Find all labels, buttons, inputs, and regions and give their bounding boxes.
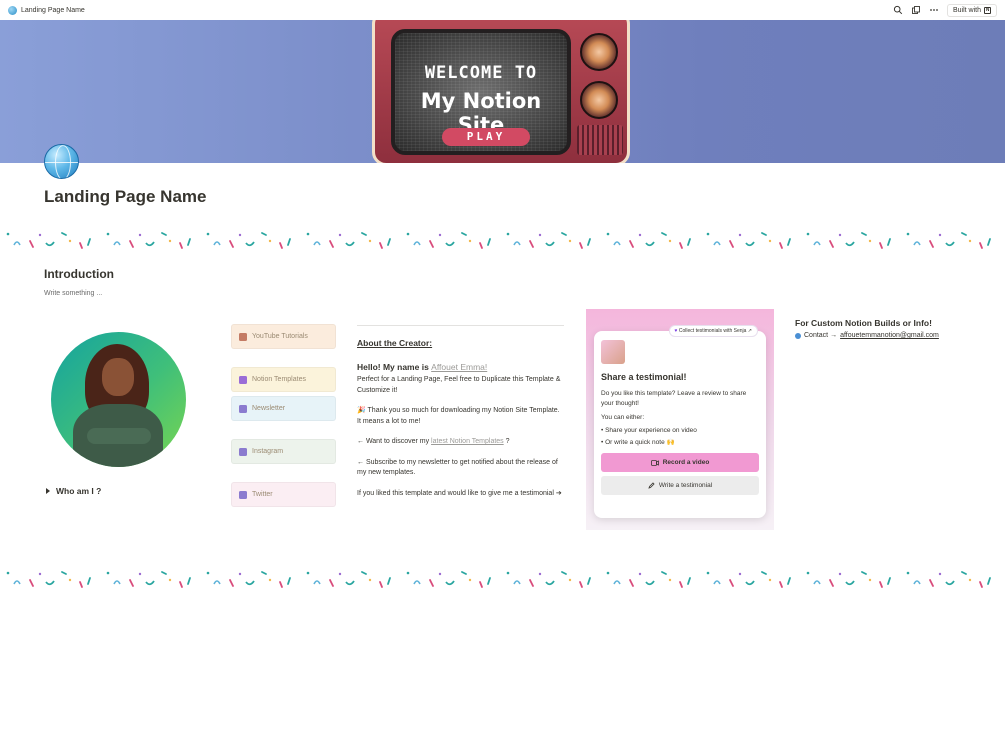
- page-title: Landing Page Name: [44, 187, 207, 206]
- custom-builds-heading: For Custom Notion Builds or Info!: [795, 318, 932, 328]
- tv-screen: WELCOME TO My Notion Site PLAY: [391, 29, 571, 155]
- about-paragraph-5: If you liked this template and would lik…: [357, 489, 562, 497]
- built-with-label: Built with: [952, 6, 981, 14]
- latest-templates-link[interactable]: latest Notion Templates: [431, 438, 504, 445]
- write-label: Write a testimonial: [658, 482, 713, 489]
- cover-line-1: WELCOME TO: [424, 63, 538, 83]
- more-icon[interactable]: [929, 5, 939, 15]
- testimonial-description: Do you like this template? Leave a revie…: [601, 390, 747, 407]
- top-bar: Landing Page Name Built with N: [0, 0, 1005, 20]
- tv-knob-icon: [580, 33, 618, 71]
- cover-play-label: PLAY: [442, 128, 530, 146]
- contact-icon: [795, 332, 801, 339]
- introduction-heading: Introduction: [44, 267, 114, 281]
- option-note: Or write a quick note 🙌: [601, 437, 759, 449]
- testimonial-title: Share a testimonial!: [601, 372, 687, 382]
- option-list: Share your experience on video Or write …: [601, 425, 759, 449]
- confetti-divider: [6, 232, 991, 249]
- p3-prefix: ← Want to discover my: [357, 438, 432, 445]
- link-label: Notion Templates: [252, 376, 306, 383]
- link-label: Instagram: [252, 448, 284, 455]
- divider: [357, 325, 564, 326]
- user-icon: [239, 490, 247, 499]
- write-testimonial-button[interactable]: Write a testimonial: [601, 476, 759, 495]
- link-label: Twitter: [252, 491, 273, 498]
- notion-logo-icon: N: [984, 6, 991, 14]
- video-camera-icon: [650, 459, 659, 466]
- record-label: Record a video: [662, 459, 710, 466]
- about-paragraph-3: ← Want to discover my latest Notion Temp…: [357, 437, 564, 448]
- twitter-button[interactable]: Twitter: [231, 482, 336, 507]
- breadcrumb-label: Landing Page Name: [21, 6, 85, 14]
- about-paragraph-2: 🎉 Thank you so much for downloading my N…: [357, 407, 560, 425]
- link-label: Newsletter: [252, 405, 286, 412]
- notion-templates-button[interactable]: Notion Templates: [231, 367, 336, 392]
- instagram-button[interactable]: Instagram: [231, 439, 336, 464]
- contact-email-link[interactable]: affouetemmanotion@gmail.com: [840, 332, 939, 339]
- tv-knob-icon: [580, 81, 618, 119]
- hello-prefix: Hello! My name is: [357, 361, 432, 372]
- creator-name-link[interactable]: Affouet Emma!: [431, 362, 487, 372]
- intro-text[interactable]: Write something ...: [44, 290, 102, 297]
- newsletter-icon: [239, 404, 247, 413]
- senja-tag-label: Collect testimonials with Senja ↗: [678, 328, 752, 334]
- testimonial-either: You can either:: [601, 414, 645, 421]
- record-video-button[interactable]: Record a video: [601, 453, 759, 472]
- pencil-icon: [648, 482, 655, 489]
- toggle-label: Who am I ?: [56, 486, 102, 496]
- testimonial-widget: ♥ Collect testimonials with Senja ↗ Shar…: [586, 309, 774, 530]
- breadcrumb[interactable]: Landing Page Name: [8, 5, 85, 15]
- toggle-arrow-icon[interactable]: [46, 488, 50, 494]
- option-video: Share your experience on video: [601, 425, 759, 437]
- p3-suffix: ?: [503, 438, 510, 445]
- youtube-icon: [239, 332, 247, 341]
- cover-image: WELCOME TO My Notion Site PLAY: [0, 20, 1005, 163]
- image-icon: [239, 447, 247, 456]
- about-heading: About the Creator:: [357, 338, 433, 348]
- who-am-i-toggle[interactable]: Who am I ?: [46, 486, 101, 496]
- page-globe-icon[interactable]: [44, 144, 79, 179]
- built-with-button[interactable]: Built with N: [946, 3, 997, 17]
- folder-icon: [239, 375, 247, 384]
- senja-tag-link[interactable]: ♥ Collect testimonials with Senja ↗: [668, 325, 758, 337]
- heart-icon: ♥: [674, 328, 678, 334]
- about-creator-section: About the Creator: Hello! My name is Aff…: [357, 325, 564, 509]
- hello-line: Hello! My name is Affouet Emma!: [357, 362, 564, 373]
- testimonial-card: ♥ Collect testimonials with Senja ↗ Shar…: [594, 325, 766, 518]
- author-avatar: [601, 340, 625, 364]
- creator-avatar: [51, 332, 186, 467]
- link-label: YouTube Tutorials: [252, 333, 308, 340]
- tv-illustration: WELCOME TO My Notion Site PLAY: [372, 20, 630, 163]
- about-paragraph-4: ← Subscribe to my newsletter to get noti…: [357, 458, 558, 477]
- contact-line: Contact → affouetemmanotion@gmail.com: [795, 332, 939, 339]
- search-icon[interactable]: [893, 5, 903, 15]
- newsletter-button[interactable]: Newsletter: [231, 396, 336, 421]
- about-paragraph-1: Perfect for a Landing Page, Feel free to…: [357, 376, 561, 394]
- duplicate-icon[interactable]: [911, 5, 921, 15]
- globe-icon: [8, 5, 17, 15]
- confetti-divider: [6, 571, 991, 588]
- tv-speaker: [577, 125, 623, 155]
- youtube-tutorials-button[interactable]: YouTube Tutorials: [231, 324, 336, 349]
- contact-label: Contact →: [804, 332, 838, 339]
